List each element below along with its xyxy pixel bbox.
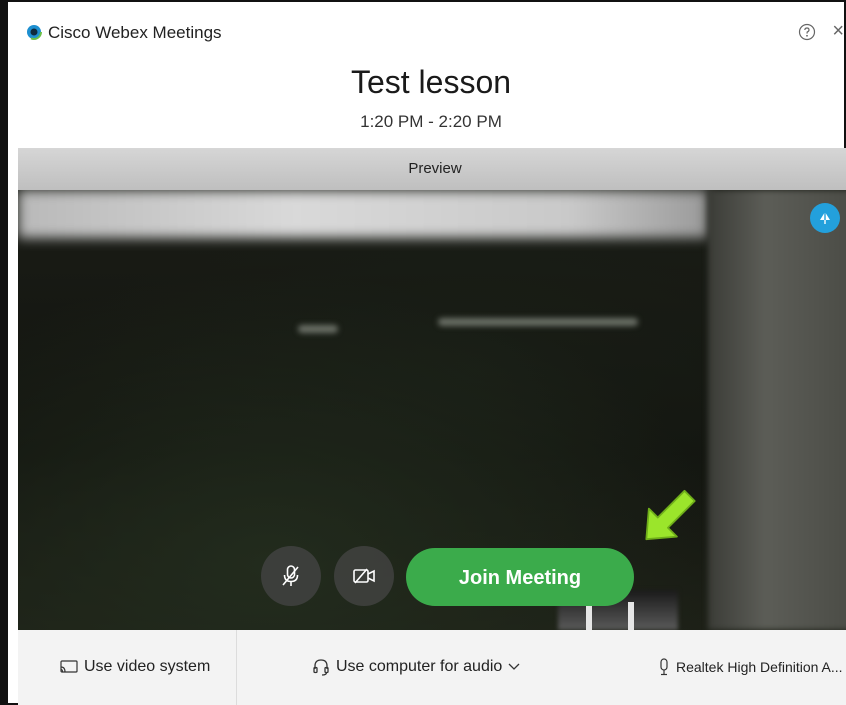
- video-post: [628, 602, 634, 630]
- microphone-device-label: Realtek High Definition A...: [676, 659, 843, 675]
- green-arrow-annotation: [645, 489, 696, 541]
- preview-header: Preview: [18, 148, 846, 190]
- title-bar: Cisco Webex Meetings ×: [16, 4, 846, 64]
- video-blur-region: [18, 190, 708, 238]
- mute-button[interactable]: [261, 546, 321, 606]
- meeting-title: Test lesson: [350, 64, 512, 100]
- video-off-icon: [353, 568, 375, 584]
- webex-window: Cisco Webex Meetings × Test lesson 1:20 …: [0, 0, 846, 705]
- use-video-system-button[interactable]: Use video system: [60, 658, 210, 676]
- video-post: [586, 602, 592, 630]
- microphone-muted-icon: [282, 565, 299, 586]
- screen-cast-icon: [60, 660, 78, 673]
- close-icon[interactable]: ×: [832, 20, 844, 42]
- video-light-streak: [438, 318, 638, 326]
- use-video-system-label: Use video system: [84, 658, 211, 675]
- app-title: Cisco Webex Meetings: [48, 23, 222, 42]
- webex-logo-icon: [26, 24, 42, 40]
- microphone-device-selector[interactable]: Realtek High Definition A...: [658, 658, 843, 676]
- audio-option-label: Use computer for audio: [336, 658, 503, 675]
- preview-label: Preview: [408, 160, 462, 177]
- microphone-icon: [660, 658, 668, 676]
- video-light-streak: [298, 325, 338, 333]
- chevron-down-icon: [508, 663, 520, 670]
- video-preview: Join Meeting: [18, 190, 846, 630]
- background-effects-button[interactable]: [810, 203, 840, 233]
- effects-icon: [820, 212, 830, 224]
- help-icon[interactable]: [798, 23, 816, 41]
- meeting-time: 1:20 PM - 2:20 PM: [360, 112, 502, 131]
- join-meeting-button[interactable]: Join Meeting: [406, 548, 634, 606]
- footer-bar: Use video system Use computer for audio …: [18, 630, 846, 705]
- footer-divider: [236, 630, 237, 705]
- stop-video-button[interactable]: [334, 546, 394, 606]
- audio-option-dropdown[interactable]: Use computer for audio: [312, 658, 520, 676]
- headset-icon: [313, 659, 329, 676]
- video-background-wall: [708, 190, 846, 630]
